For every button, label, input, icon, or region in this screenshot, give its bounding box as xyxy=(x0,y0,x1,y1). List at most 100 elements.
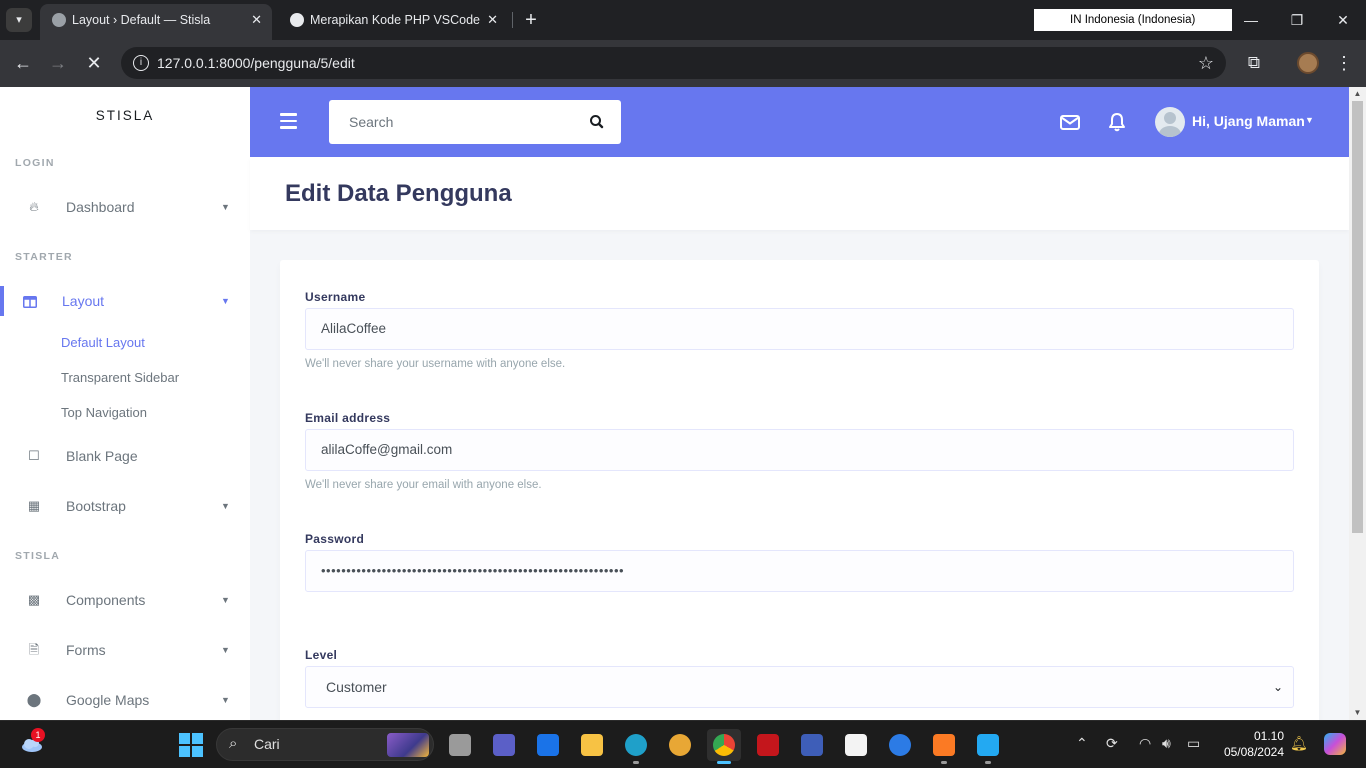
tab-title: Merapikan Kode PHP VSCode xyxy=(310,13,481,27)
notification-bell-icon[interactable]: 🔔︎ xyxy=(1290,735,1308,752)
user-avatar[interactable] xyxy=(1155,107,1185,137)
edit-user-form-card: Username AlilaCoffee We'll never share y… xyxy=(280,260,1319,720)
url-text[interactable]: 127.0.0.1:8000/pengguna/5/edit xyxy=(157,47,355,79)
sidebar-subitem-transparent-sidebar[interactable]: Transparent Sidebar xyxy=(61,370,179,385)
brand-logo[interactable]: STISLA xyxy=(0,108,250,123)
sidebar-item-label: Blank Page xyxy=(66,448,138,464)
email-field[interactable]: alilaCoffe@gmail.com xyxy=(305,429,1294,471)
square-icon: ☐ xyxy=(28,448,40,463)
sidebar-item-bootstrap[interactable]: ▦ Bootstrap ▼ xyxy=(0,491,250,521)
browser-tab-bar: ▾ Layout › Default — Stisla ✕ Merapikan … xyxy=(0,0,1366,40)
search-form xyxy=(329,100,621,144)
browser-menu-icon[interactable]: ⋮ xyxy=(1334,50,1354,76)
task-view-icon[interactable] xyxy=(443,729,477,761)
sidebar-item-forms[interactable]: 🗎︎ Forms ▼ xyxy=(0,635,250,665)
chrome-icon[interactable] xyxy=(707,729,741,764)
page-scrollbar[interactable]: ▲ ▼ xyxy=(1349,87,1366,720)
back-arrow-icon[interactable]: ← xyxy=(10,50,36,76)
chrome-canary-icon[interactable] xyxy=(663,729,697,761)
wifi-icon[interactable]: ◠ xyxy=(1139,735,1151,752)
scroll-down-arrow-icon[interactable]: ▼ xyxy=(1349,706,1366,720)
battery-icon[interactable]: ▭ xyxy=(1187,735,1200,752)
sidebar-item-label: Google Maps xyxy=(66,692,150,708)
sidebar-item-label: Components xyxy=(66,592,146,608)
username-help-text: We'll never share your username with any… xyxy=(305,358,566,370)
sidebar-item-components[interactable]: ▩ Components ▼ xyxy=(0,585,250,615)
notification-badge: 1 xyxy=(31,728,45,742)
fire-icon: 🔥︎ xyxy=(29,199,39,214)
restore-button[interactable]: ❐ xyxy=(1282,8,1312,32)
acrobat-icon[interactable] xyxy=(751,729,785,761)
scroll-up-arrow-icon[interactable]: ▲ xyxy=(1349,87,1366,101)
caret-down-icon[interactable]: ▼ xyxy=(1305,115,1314,125)
close-window-button[interactable]: ✕ xyxy=(1328,8,1358,32)
tab-title: Layout › Default — Stisla xyxy=(72,13,211,27)
sidebar-item-label: Dashboard xyxy=(66,199,135,215)
clock-date: 05/08/2024 xyxy=(1223,745,1284,759)
password-field[interactable]: ••••••••••••••••••••••••••••••••••••••••… xyxy=(305,550,1294,592)
sidebar-item-blank-page[interactable]: ☐ Blank Page xyxy=(0,441,250,471)
copilot-icon[interactable] xyxy=(1318,728,1352,760)
mysql-workbench-icon[interactable] xyxy=(795,729,829,761)
wave-browser-icon[interactable] xyxy=(883,729,917,761)
sidebar-item-layout[interactable]: Layout ▼ xyxy=(0,286,250,316)
new-tab-button[interactable]: + xyxy=(520,6,542,34)
top-navbar: Hi, Ujang Maman ▼ xyxy=(250,87,1349,157)
search-icon: ⌕ xyxy=(229,735,238,752)
chevron-down-icon: ⌄ xyxy=(1272,680,1283,694)
sidebar-item-dashboard[interactable]: 🔥︎ Dashboard ▼ xyxy=(0,192,250,222)
search-highlight-image xyxy=(387,733,429,757)
sidebar-subitem-default-layout[interactable]: Default Layout xyxy=(61,335,145,350)
volume-icon[interactable]: 🔊︎ xyxy=(1162,735,1171,752)
password-label: Password xyxy=(305,532,365,546)
caret-down-icon: ▼ xyxy=(221,202,230,212)
tab-search-button[interactable]: ▾ xyxy=(6,8,32,32)
sync-icon[interactable]: ⟳ xyxy=(1106,735,1118,752)
caret-down-icon: ▼ xyxy=(221,296,230,306)
section-header: Edit Data Pengguna xyxy=(250,157,1349,230)
close-tab-icon[interactable]: ✕ xyxy=(251,4,262,36)
notepad-icon[interactable] xyxy=(839,729,873,761)
bell-icon[interactable] xyxy=(1106,111,1128,133)
ime-language-indicator[interactable]: IN Indonesia (Indonesia) xyxy=(1034,9,1232,31)
username-field[interactable]: AlilaCoffee xyxy=(305,308,1294,350)
level-select[interactable]: Customer ⌄ xyxy=(305,666,1294,708)
address-bar[interactable]: i 127.0.0.1:8000/pengguna/5/edit ☆ xyxy=(121,47,1226,79)
site-info-icon[interactable]: i xyxy=(133,55,149,71)
email-label: Email address xyxy=(305,411,391,425)
caret-down-icon: ▼ xyxy=(221,501,230,511)
username-label: Username xyxy=(305,290,366,304)
teams-icon[interactable] xyxy=(487,729,521,761)
tab-merapikan-kode[interactable]: Merapikan Kode PHP VSCode ✕ xyxy=(278,4,508,40)
extensions-puzzle-icon[interactable]: ⧉ xyxy=(1242,51,1266,75)
minimize-button[interactable]: — xyxy=(1236,8,1266,32)
scrollbar-thumb[interactable] xyxy=(1352,101,1363,533)
mail-icon[interactable] xyxy=(531,729,565,761)
xampp-icon[interactable] xyxy=(927,729,961,764)
sidebar-subitem-top-navigation[interactable]: Top Navigation xyxy=(61,405,147,420)
hamburger-menu-icon[interactable] xyxy=(280,113,298,129)
file-explorer-icon[interactable] xyxy=(575,729,609,761)
taskbar-search-box[interactable]: ⌕ Cari xyxy=(216,728,434,761)
chatgpt-favicon-icon xyxy=(290,13,304,27)
tab-layout-default[interactable]: Layout › Default — Stisla ✕ xyxy=(40,4,272,40)
edge-icon[interactable] xyxy=(619,729,653,764)
windows-start-button[interactable] xyxy=(179,733,203,757)
system-clock[interactable]: 01.10 05/08/2024 xyxy=(1210,728,1284,760)
sidebar-item-label: Forms xyxy=(66,642,106,658)
search-icon[interactable] xyxy=(587,112,607,132)
stop-loading-icon[interactable]: ✕ xyxy=(81,50,107,76)
sidebar-item-google-maps[interactable]: ⬤ Google Maps ▼ xyxy=(0,685,250,715)
show-hidden-icons-chevron-icon[interactable]: ⌃ xyxy=(1076,735,1088,752)
bookmark-star-icon[interactable]: ☆ xyxy=(1198,47,1214,79)
grid-icon: ▦ xyxy=(27,498,41,513)
profile-avatar[interactable] xyxy=(1297,52,1319,74)
forward-arrow-icon[interactable]: → xyxy=(45,50,71,76)
windows-taskbar: 1 ⌕ Cari ⌃ ⟳ ◠ 🔊︎ ▭ 01.10 05/08/2024 🔔︎ xyxy=(0,720,1366,768)
envelope-icon[interactable] xyxy=(1059,111,1081,133)
vscode-icon[interactable] xyxy=(971,729,1005,764)
close-tab-icon[interactable]: ✕ xyxy=(487,4,498,36)
user-greeting[interactable]: Hi, Ujang Maman xyxy=(1192,113,1305,129)
taskbar-search-text: Cari xyxy=(254,736,280,752)
search-input[interactable] xyxy=(329,100,579,144)
